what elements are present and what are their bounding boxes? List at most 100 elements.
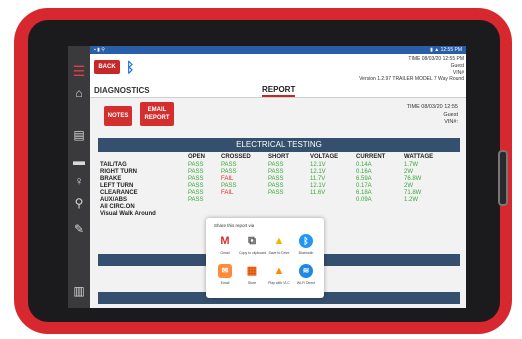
cell-current: 0.09A bbox=[356, 197, 372, 203]
share-title: Share this report via bbox=[214, 223, 255, 228]
report-user: Guest bbox=[443, 112, 458, 118]
gmail-icon: M bbox=[220, 235, 230, 247]
cell-current: 6.59A bbox=[356, 176, 372, 182]
share-app-wifi[interactable]: ≋ Wi-Fi Direct bbox=[293, 264, 319, 290]
cell-open: PASS bbox=[188, 197, 204, 203]
table-row: BRAKE PASS FAIL PASS 11.7V 6.59A 76.8W bbox=[98, 176, 460, 183]
table-row: LEFT TURN PASS PASS PASS 12.1V 0.17A 2W bbox=[98, 183, 460, 190]
cell-open: PASS bbox=[188, 190, 204, 196]
cell-current: 0.17A bbox=[356, 183, 372, 189]
header-version: Version 1.2.97 TRAILER MODEL 7 Way Round bbox=[359, 76, 464, 82]
cell-crossed: PASS bbox=[221, 162, 237, 168]
notes-icon[interactable]: ▤ bbox=[72, 128, 86, 142]
share-app-label: Bluetooth bbox=[298, 251, 314, 255]
col-wattage: WATTAGE bbox=[404, 154, 434, 160]
share-app-store[interactable]: ▦ Store bbox=[239, 264, 265, 290]
table-row: TAIL/TAG PASS PASS PASS 12.1V 0.14A 1.7W bbox=[98, 162, 460, 169]
table-row: All CIRC.ON bbox=[98, 204, 460, 211]
cell-voltage: 11.7V bbox=[310, 176, 326, 182]
col-crossed: CROSSED bbox=[221, 154, 251, 160]
cell-crossed: PASS bbox=[221, 183, 237, 189]
status-left: ▪ ▮ ⚲ bbox=[94, 47, 105, 53]
row-label: TAIL/TAG bbox=[100, 162, 127, 168]
cell-short: PASS bbox=[268, 162, 284, 168]
cell-current: 0.16A bbox=[356, 169, 372, 175]
cell-open: PASS bbox=[188, 183, 204, 189]
table-row: CLEARANCE PASS FAIL PASS 11.6V 6.18A 71.8W bbox=[98, 190, 460, 197]
table-row: AUX/ABS PASS 0.09A 1.2W bbox=[98, 197, 460, 204]
cell-voltage: 12.1V bbox=[310, 183, 326, 189]
tab-report[interactable]: REPORT bbox=[262, 85, 296, 97]
col-open: OPEN bbox=[188, 154, 206, 160]
table-row: Visual Walk Around bbox=[98, 211, 460, 218]
cell-wattage: 2W bbox=[404, 183, 413, 189]
cell-wattage: 1.7W bbox=[404, 162, 419, 168]
row-label: BRAKE bbox=[100, 176, 122, 182]
copy-icon: ⧉ bbox=[248, 235, 256, 247]
status-bar: ▪ ▮ ⚲ ▮ ▲ 12:55 PM bbox=[90, 46, 466, 54]
cell-wattage: 1.2W bbox=[404, 197, 419, 203]
drive-icon: ▲ bbox=[273, 235, 285, 247]
tab-diagnostics[interactable]: DIAGNOSTICS bbox=[94, 86, 150, 95]
cell-crossed: FAIL bbox=[221, 176, 234, 182]
cell-crossed: FAIL bbox=[221, 190, 234, 196]
wifi-icon: ≋ bbox=[299, 264, 313, 278]
header-user: Guest bbox=[450, 63, 464, 69]
row-label: RIGHT TURN bbox=[100, 169, 137, 175]
cell-wattage: 76.8W bbox=[404, 176, 422, 182]
share-app-vlc[interactable]: ▲ Play with VLC bbox=[266, 264, 292, 290]
folder-icon[interactable]: ▬ bbox=[72, 154, 86, 168]
share-app-label: Play with VLC bbox=[268, 281, 290, 285]
share-app-label: Store bbox=[247, 281, 257, 285]
left-sidebar: ☰ ⌂ ▤ ▬ ♀ ⚲ ✎ ▥ bbox=[68, 46, 90, 308]
table-row: RIGHT TURN PASS PASS PASS 12.1V 0.16A 2W bbox=[98, 169, 460, 176]
notes-button[interactable]: NOTES bbox=[104, 106, 132, 126]
top-header: BACK ᛒ TIME 08/03/20 12:55 PM Guest VIN#… bbox=[90, 54, 466, 84]
share-app-label: Gmail bbox=[220, 251, 230, 255]
report-time: TIME 08/03/20 12:55 bbox=[406, 104, 458, 110]
row-label: CLEARANCE bbox=[100, 190, 138, 196]
cell-open: PASS bbox=[188, 169, 204, 175]
col-current: CURRENT bbox=[356, 154, 386, 160]
cell-open: PASS bbox=[188, 162, 204, 168]
row-label: All CIRC.ON bbox=[100, 204, 135, 210]
row-label: AUX/ABS bbox=[100, 197, 128, 203]
cell-current: 0.14A bbox=[356, 162, 372, 168]
report-vin: VIN#: bbox=[444, 119, 458, 125]
tablet-home-button[interactable] bbox=[498, 150, 508, 206]
share-app-email[interactable]: ✉ Email bbox=[212, 264, 238, 290]
photo-background: ☰ ⌂ ▤ ▬ ♀ ⚲ ✎ ▥ ▪ ▮ ⚲ ▮ ▲ 12:55 PM BACK … bbox=[0, 0, 522, 339]
home-icon[interactable]: ⌂ bbox=[72, 86, 86, 100]
share-app-label: Save to Drive bbox=[268, 251, 290, 255]
cell-voltage: 12.1V bbox=[310, 162, 326, 168]
document-icon[interactable]: ▥ bbox=[72, 284, 86, 298]
cell-short: PASS bbox=[268, 190, 284, 196]
bluetooth-icon: ᛒ bbox=[299, 234, 313, 248]
search-icon[interactable]: ⚲ bbox=[72, 196, 86, 210]
cell-current: 6.18A bbox=[356, 190, 372, 196]
menu-icon[interactable]: ☰ bbox=[72, 64, 86, 78]
cell-voltage: 11.6V bbox=[310, 190, 326, 196]
case-side-tag bbox=[500, 110, 510, 128]
share-app-gmail[interactable]: M Gmail bbox=[212, 234, 238, 260]
cell-open: PASS bbox=[188, 176, 204, 182]
share-app-label: Wi-Fi Direct bbox=[296, 281, 316, 285]
email-icon: ✉ bbox=[218, 264, 232, 278]
share-app-drive[interactable]: ▲ Save to Drive bbox=[266, 234, 292, 260]
col-short: SHORT bbox=[268, 154, 289, 160]
status-right: ▮ ▲ 12:55 PM bbox=[430, 47, 462, 53]
share-app-bluetooth[interactable]: ᛒ Bluetooth bbox=[293, 234, 319, 260]
edit-icon[interactable]: ✎ bbox=[72, 222, 86, 236]
email-button-line1: EMAIL bbox=[147, 107, 167, 113]
share-app-label: Email bbox=[220, 281, 230, 285]
cell-wattage: 71.8W bbox=[404, 190, 422, 196]
bulb-icon[interactable]: ♀ bbox=[72, 174, 86, 188]
back-button[interactable]: BACK bbox=[94, 60, 120, 74]
tabs-bar: DIAGNOSTICS REPORT bbox=[90, 84, 466, 98]
email-report-button[interactable]: EMAIL REPORT bbox=[140, 102, 174, 126]
store-icon: ▦ bbox=[246, 265, 258, 277]
cell-short: PASS bbox=[268, 183, 284, 189]
share-app-copy[interactable]: ⧉ Copy to clipboard bbox=[239, 234, 266, 260]
bluetooth-icon[interactable]: ᛒ bbox=[126, 58, 138, 76]
electrical-testing-header: ELECTRICAL TESTING bbox=[98, 138, 460, 152]
